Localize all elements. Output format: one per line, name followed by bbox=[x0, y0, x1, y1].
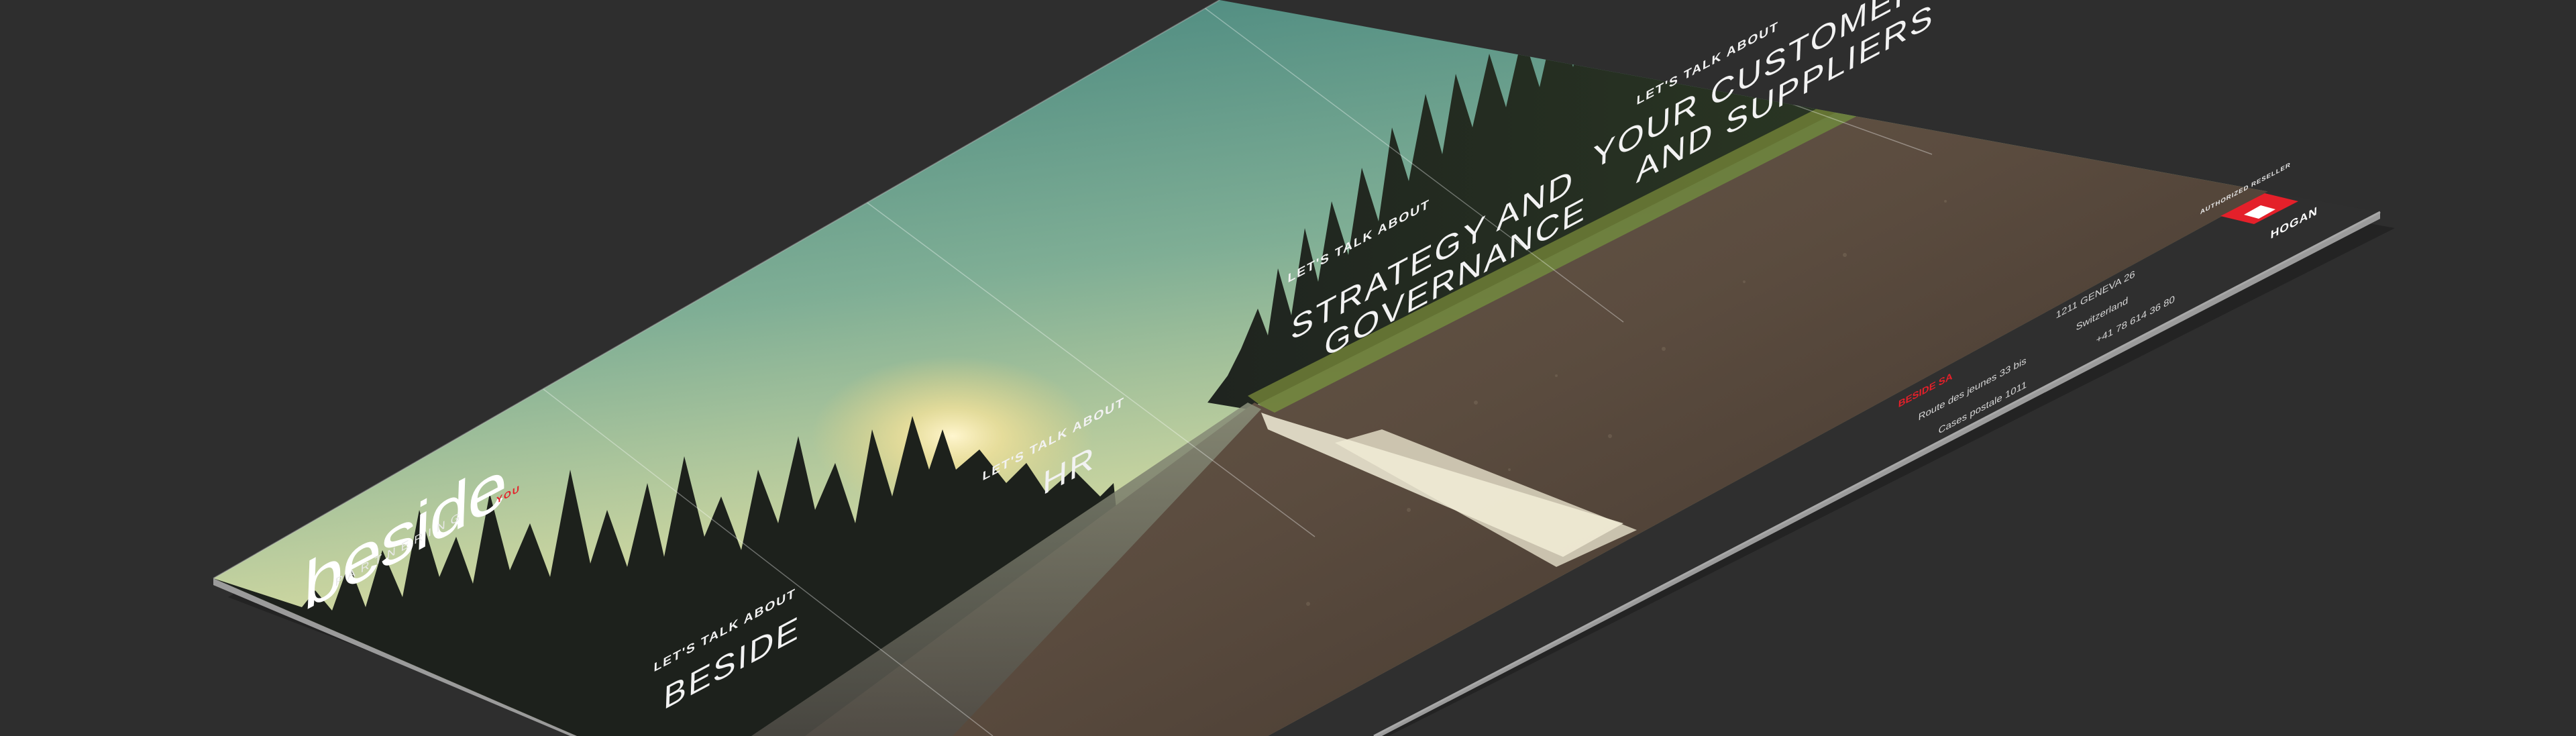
brochure-card bbox=[213, 0, 2380, 736]
brochure-mockup-scene bbox=[213, 0, 2395, 736]
